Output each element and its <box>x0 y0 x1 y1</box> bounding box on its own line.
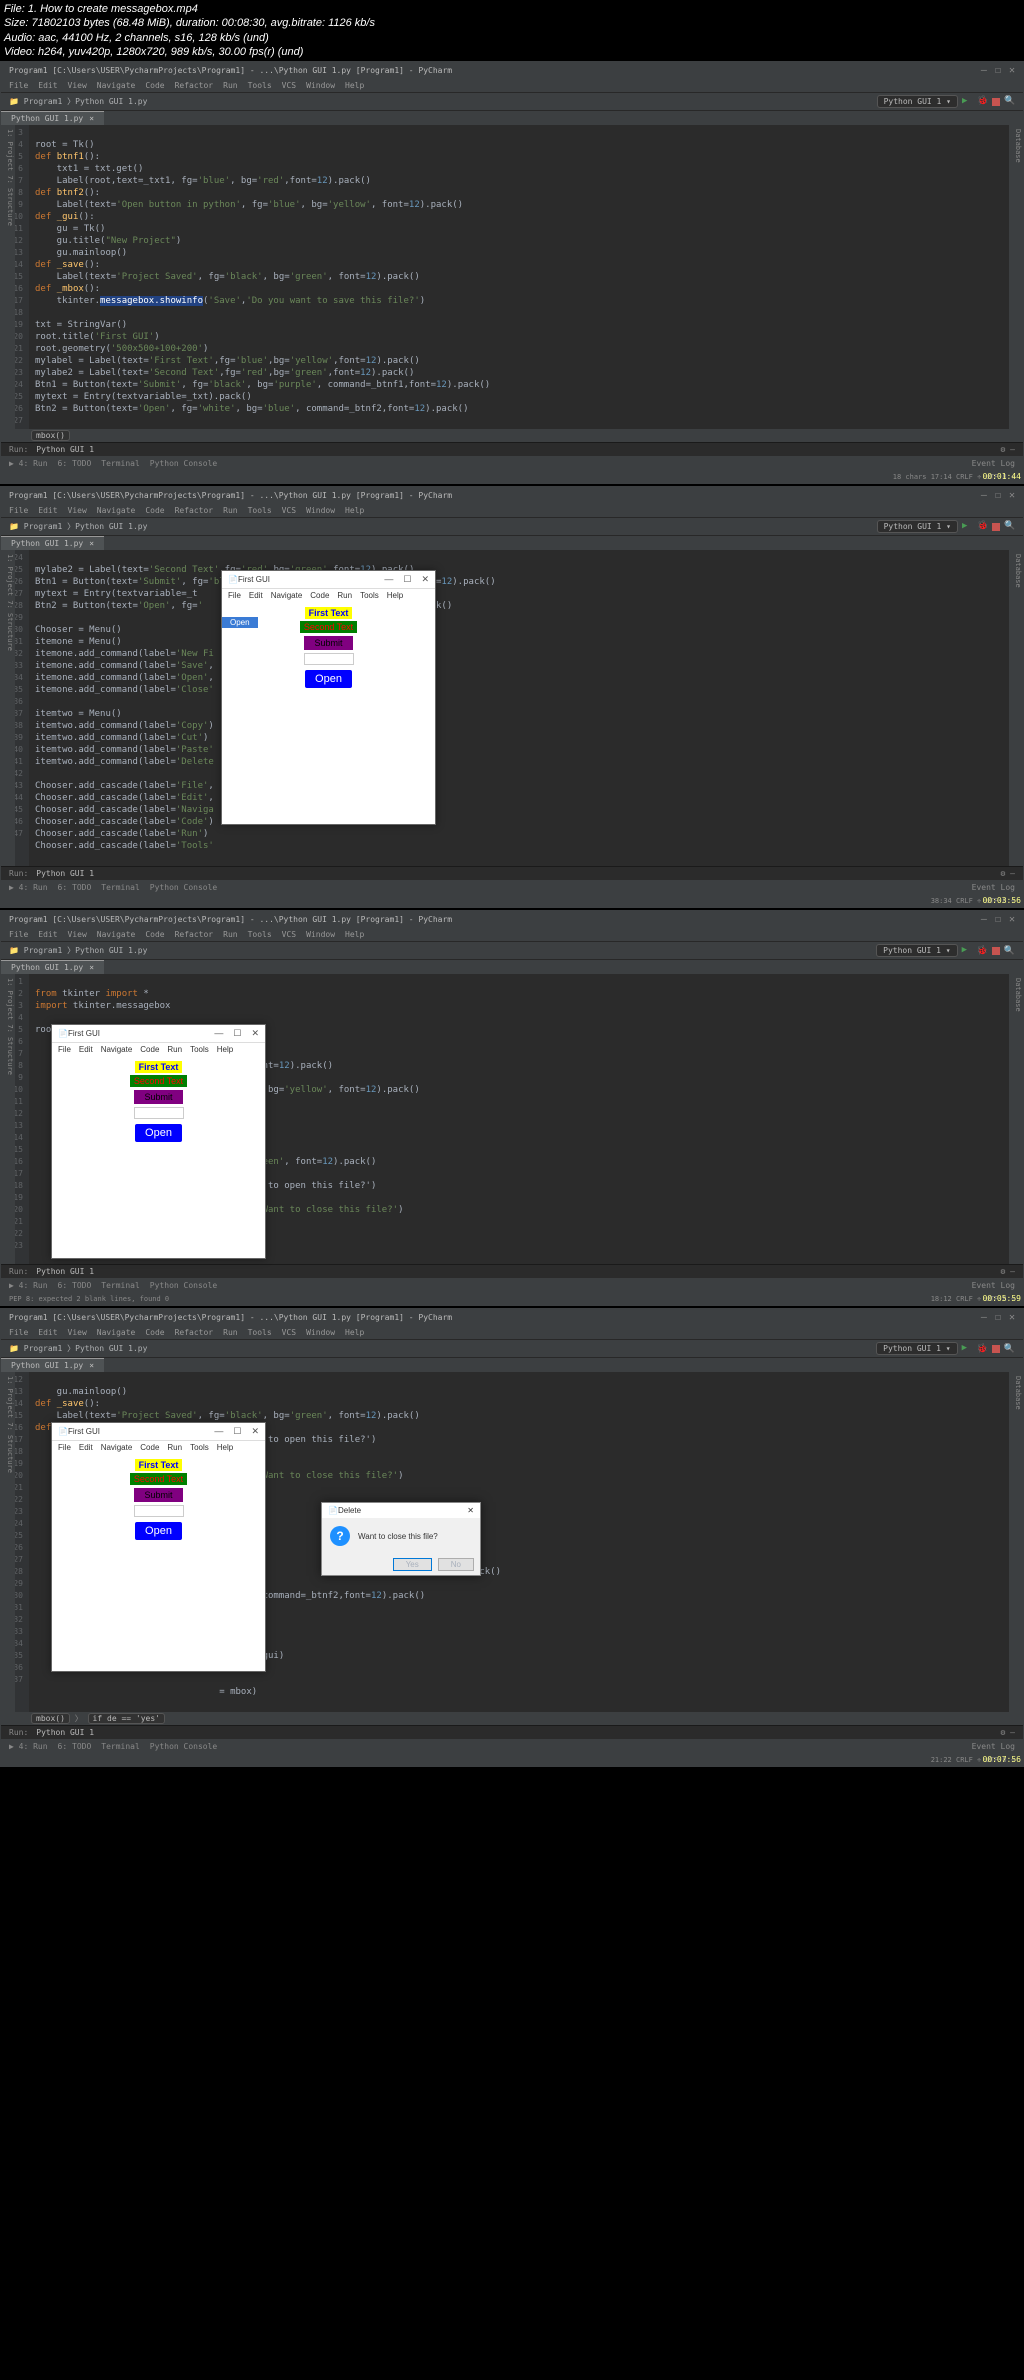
run-panel[interactable]: Run: Python GUI 1⚙ — <box>1 442 1023 456</box>
tab-close-icon[interactable]: × <box>89 114 94 123</box>
msgbox-icon: 📄 <box>328 1506 338 1515</box>
tk-menu-navigate[interactable]: Navigate <box>271 591 303 600</box>
tkinter-window[interactable]: 📄 First GUI—☐✕ FileEditNavigateCodeRunTo… <box>51 1024 266 1259</box>
bottom-tool-tabs: ▶ 4: Run 6: TODO Terminal Python Console… <box>1 456 1023 470</box>
tab-run[interactable]: ▶ 4: Run <box>9 459 48 468</box>
status-bar: 18 chars 17:14 CRLF ÷ UTF-8 ÷ <box>1 470 1023 483</box>
tk-menu-file[interactable]: File <box>228 591 241 600</box>
tab-terminal[interactable]: Terminal <box>101 459 140 468</box>
stop-icon[interactable] <box>992 98 1000 106</box>
msgbox-text: Want to close this file? <box>358 1532 438 1541</box>
msgbox-close-icon[interactable]: ✕ <box>467 1506 474 1515</box>
context-fn: mbox() <box>31 430 70 441</box>
window-controls: — ☐ ✕ <box>981 65 1015 76</box>
nav-bar: 📁 Program1 〉Python GUI 1.py Python GUI 1… <box>1 93 1023 111</box>
code-area[interactable]: root = Tk() def btnf1(): txt1 = txt.get(… <box>29 125 1023 429</box>
minimize-icon[interactable]: — <box>981 65 987 76</box>
left-tool-strip[interactable]: 1: Project 7: Structure <box>1 125 15 429</box>
tk-menu-tools[interactable]: Tools <box>360 591 379 600</box>
entry-field[interactable] <box>304 653 354 665</box>
event-log-tab[interactable]: Event Log <box>972 459 1015 468</box>
tk-min-icon[interactable]: — <box>384 574 393 585</box>
window-titlebar: Program1 [C:\Users\USER\PycharmProjects\… <box>1 62 1023 79</box>
editor-tabs: Python GUI 1.py× <box>1 111 1023 125</box>
menu-navigate[interactable]: Navigate <box>97 81 136 90</box>
info-icon: ? <box>330 1526 350 1546</box>
menu-help[interactable]: Help <box>345 81 364 90</box>
second-text-label: Second Text <box>300 621 357 633</box>
run-icon[interactable]: ▶ <box>962 96 973 107</box>
messagebox-dialog[interactable]: 📄 Delete ✕ ? Want to close this file? Yes… <box>321 1502 481 1576</box>
tk-close-icon[interactable]: ✕ <box>421 574 429 585</box>
menu-vcs[interactable]: VCS <box>282 81 296 90</box>
screenshot-4: Program1 [C:\Users\USER\PycharmProjects\… <box>0 1308 1024 1767</box>
maximize-icon[interactable]: ☐ <box>995 65 1001 76</box>
breadcrumb[interactable]: 📁 Program1 〉Python GUI 1.py <box>9 96 147 107</box>
menu-file[interactable]: File <box>9 81 28 90</box>
submit-button[interactable]: Submit <box>304 636 352 650</box>
search-icon[interactable]: 🔍 <box>1004 96 1015 107</box>
screenshot-2: Program1 [C:\Users\USER\PycharmProjects\… <box>0 486 1024 908</box>
menu-edit[interactable]: Edit <box>38 81 57 90</box>
tk-menu-edit[interactable]: Edit <box>249 591 263 600</box>
menu-refactor[interactable]: Refactor <box>175 81 214 90</box>
tk-max-icon[interactable]: ☐ <box>403 574 411 585</box>
menu-run[interactable]: Run <box>223 81 237 90</box>
code-editor[interactable]: 1: Project 7: Structure 3 4 5 6 7 8 9 10… <box>1 125 1023 429</box>
tk-menu-help[interactable]: Help <box>387 591 403 600</box>
open-button[interactable]: Open <box>305 670 352 688</box>
menu-tools[interactable]: Tools <box>248 81 272 90</box>
no-button[interactable]: No <box>438 1558 474 1571</box>
msgbox-title: Delete <box>338 1506 361 1515</box>
meta-audio: Audio: aac, 44100 Hz, 2 channels, s16, 1… <box>4 31 1020 45</box>
tkinter-window[interactable]: 📄 First GUI — ☐ ✕ File Edit Navigate Code … <box>221 570 436 825</box>
menu-window[interactable]: Window <box>306 81 335 90</box>
timestamp: 00:01:44 <box>982 472 1021 481</box>
video-metadata: File: 1. How to create messagebox.mp4 Si… <box>0 0 1024 61</box>
tk-menubar: File Edit Navigate Code Run Tools Help <box>222 589 435 602</box>
tk-title: First GUI <box>238 575 270 584</box>
file-tab[interactable]: Python GUI 1.py× <box>1 111 104 125</box>
window-title: Program1 [C:\Users\USER\PycharmProjects\… <box>9 66 452 75</box>
tk-menu-run[interactable]: Run <box>337 591 352 600</box>
run-config-selector[interactable]: Python GUI 1 ▾ <box>877 95 958 108</box>
debug-icon[interactable]: 🐞 <box>977 96 988 107</box>
tab-python-console[interactable]: Python Console <box>150 459 217 468</box>
screenshot-1: Program1 [C:\Users\USER\PycharmProjects\… <box>0 61 1024 484</box>
right-tool-strip[interactable]: Database <box>1009 125 1023 429</box>
menu-view[interactable]: View <box>68 81 87 90</box>
close-icon[interactable]: ✕ <box>1009 65 1015 76</box>
meta-size: Size: 71802103 bytes (68.48 MiB), durati… <box>4 16 1020 30</box>
meta-video: Video: h264, yuv420p, 1280x720, 989 kb/s… <box>4 45 1020 59</box>
tkinter-window[interactable]: 📄 First GUI—☐✕ FileEditNavigateCodeRunTo… <box>51 1422 266 1672</box>
first-text-label: First Text <box>305 607 353 619</box>
pep-warning: PEP 8: expected 2 blank lines, found 0 <box>9 1295 169 1303</box>
yes-button[interactable]: Yes <box>393 1558 432 1571</box>
tk-open-menu-item[interactable]: Open <box>222 617 258 628</box>
tk-menu-code[interactable]: Code <box>310 591 329 600</box>
text-selection: messagebox.showinfo <box>100 296 203 306</box>
screenshot-3: Program1 [C:\Users\USER\PycharmProjects\… <box>0 910 1024 1306</box>
menu-code[interactable]: Code <box>145 81 164 90</box>
tk-icon: 📄 <box>228 575 238 584</box>
meta-file: File: 1. How to create messagebox.mp4 <box>4 2 1020 16</box>
main-menubar: File Edit View Navigate Code Refactor Ru… <box>1 79 1023 93</box>
tab-todo[interactable]: 6: TODO <box>58 459 92 468</box>
